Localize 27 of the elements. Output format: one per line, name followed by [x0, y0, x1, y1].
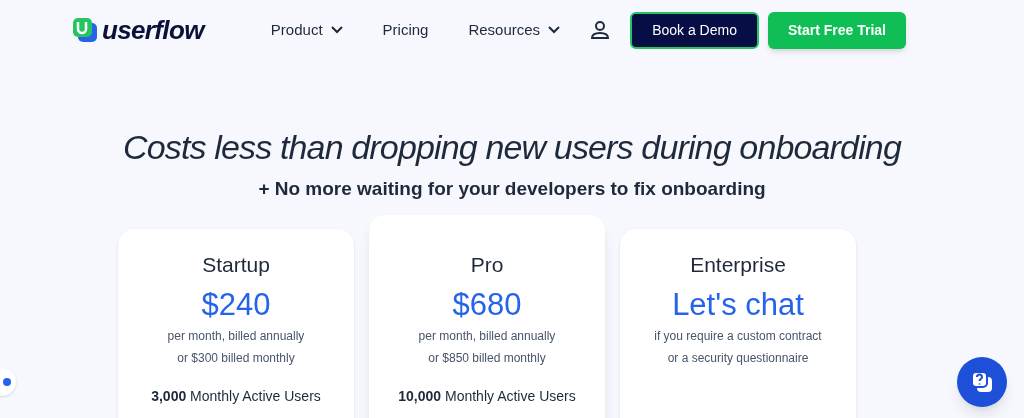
nav-link[interactable]: Resources [468, 18, 561, 42]
plan-users: 3,000 Monthly Active Users [151, 387, 321, 406]
plan-name: Enterprise [690, 251, 786, 278]
plan-note: per month, billed annually [418, 328, 556, 345]
logo-icon [72, 17, 98, 43]
plan-note: per month, billed annually [167, 328, 305, 345]
plan-name: Pro [470, 251, 504, 278]
plan-note: or a security questionnaire [667, 350, 809, 367]
chevron-down-icon [330, 26, 343, 34]
help-icon [970, 370, 994, 394]
plan-price: $680 [452, 286, 522, 324]
plan-note: if you require a custom contract [654, 328, 822, 345]
hero-subtitle: + No more waiting for your developers to fix onboarding [258, 177, 766, 201]
plan-note: or $850 billed monthly [428, 350, 546, 367]
hero-title: Costs less than dropping new users during onboarding [123, 127, 901, 168]
logo-text: userflow [102, 13, 204, 47]
chevron-down-icon [548, 26, 561, 34]
book-demo-button[interactable]: Book a Demo [630, 11, 759, 49]
plan-price: $240 [201, 286, 271, 324]
nav-link[interactable]: Pricing [382, 18, 429, 42]
plan-users: 10,000 Monthly Active Users [398, 387, 576, 406]
plan-name: Startup [202, 251, 270, 278]
nav-link[interactable]: Product [270, 18, 343, 42]
plan-note: or $300 billed monthly [177, 350, 295, 367]
help-chat-button[interactable] [957, 357, 1007, 407]
plan-price: Let's chat [672, 286, 804, 324]
user-icon[interactable] [590, 20, 611, 40]
